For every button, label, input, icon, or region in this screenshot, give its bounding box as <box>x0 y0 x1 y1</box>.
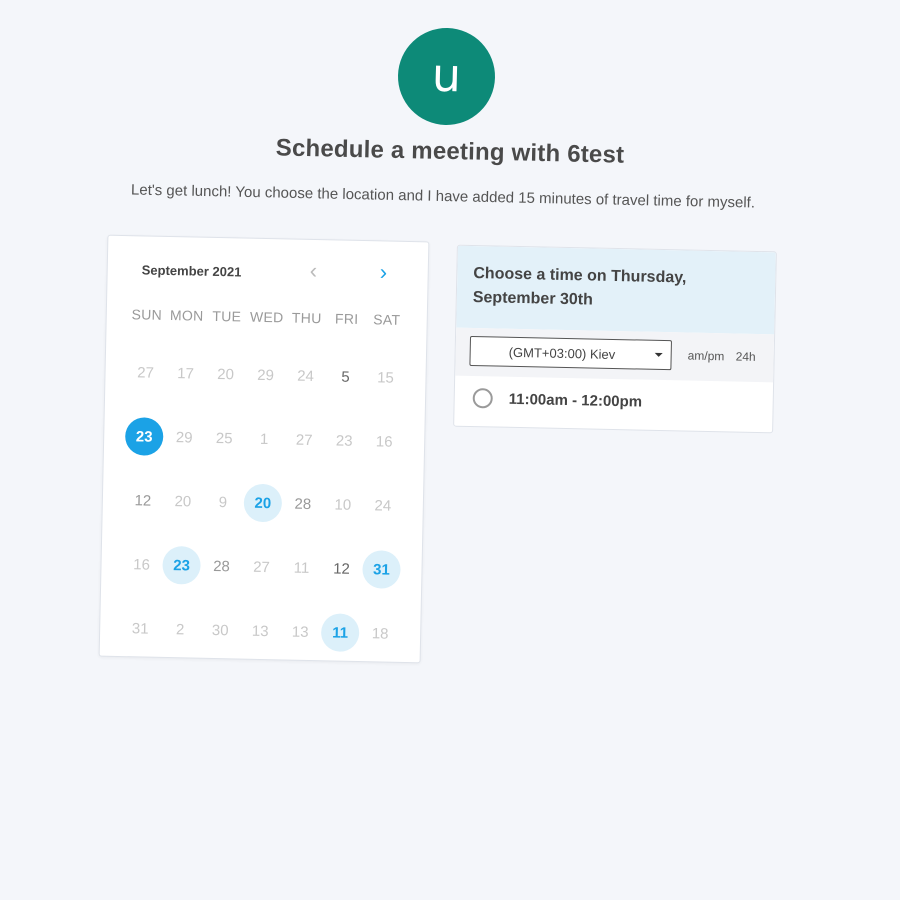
calendar-day: 5 <box>325 344 366 409</box>
calendar-day-number: 24 <box>374 496 392 515</box>
time-picker-heading: Choose a time on Thursday, September 30t… <box>456 245 776 335</box>
meeting-description: Let's get lunch! You choose the location… <box>130 181 756 212</box>
calendar-day-number: 15 <box>377 368 395 387</box>
calendar-day-available[interactable]: 23 <box>161 533 202 598</box>
calendar-day-number: 9 <box>218 493 228 511</box>
calendar-day-number: 18 <box>371 624 389 643</box>
calendar-day-number: 12 <box>134 491 152 510</box>
calendar-day-number: 24 <box>297 367 315 385</box>
calendar-day: 23 <box>324 408 365 473</box>
calendar-day-number: 16 <box>133 555 151 574</box>
calendar-day-number: 20 <box>217 365 235 383</box>
time-slot[interactable]: 11:00am - 12:00pm <box>454 376 773 431</box>
calendar-day: 16 <box>364 409 405 474</box>
calendar-day-number: 31 <box>131 619 149 638</box>
calendar-day: 28 <box>282 471 323 536</box>
calendar-day-number: 11 <box>320 613 360 653</box>
calendar-day: 16 <box>121 532 162 597</box>
format-ampm-toggle[interactable]: am/pm <box>688 349 725 364</box>
weekday-label: WED <box>249 308 284 326</box>
calendar-day-number: 27 <box>253 558 271 576</box>
host-avatar: u <box>396 26 497 127</box>
calendar-day-number: 23 <box>162 545 201 585</box>
calendar-day: 17 <box>165 341 206 406</box>
calendar-day-number: 17 <box>177 364 195 383</box>
calendar-day: 2 <box>160 597 201 662</box>
timezone-value: (GMT+03:00) Kiev <box>508 344 616 362</box>
calendar-day-number: 1 <box>259 430 269 448</box>
timezone-select[interactable]: (GMT+03:00) Kiev <box>469 335 672 371</box>
calendar-day-number: 27 <box>137 363 155 382</box>
calendar-day-number: 30 <box>211 621 229 639</box>
calendar-month-label: September 2021 <box>141 262 242 280</box>
page-title: Schedule a meeting with 6test <box>275 134 625 169</box>
calendar-day: 18 <box>359 601 400 666</box>
weekday-label: FRI <box>334 310 359 327</box>
calendar-day-number: 11 <box>293 559 310 577</box>
calendar-day-number: 23 <box>124 417 164 456</box>
calendar-day-number: 27 <box>295 431 313 449</box>
calendar-day: 29 <box>164 405 205 470</box>
calendar-day: 24 <box>362 473 403 538</box>
calendar-day: 13 <box>280 599 321 664</box>
calendar-day-number: 20 <box>174 492 192 510</box>
calendar-day: 13 <box>240 599 281 664</box>
calendar-day-number: 16 <box>375 432 393 451</box>
calendar-day-number: 20 <box>243 483 283 523</box>
timezone-bar: (GMT+03:00) Kiev am/pm 24h <box>455 327 775 383</box>
calendar-day: 27 <box>241 535 282 600</box>
calendar-day-number: 29 <box>175 428 193 446</box>
calendar-day-number: 28 <box>213 557 231 575</box>
calendar-day-number: 25 <box>215 429 233 447</box>
calendar-day: 1 <box>244 407 285 472</box>
calendar-day-grid: 27 17 20 29 24 5 15 23 29 25 1 27 23 16 12 20 9 20 28 10 24 1… <box>120 340 407 666</box>
weekday-label: TUE <box>212 307 242 325</box>
radio-button[interactable] <box>472 388 493 409</box>
calendar-day: 27 <box>125 340 166 405</box>
chevron-right-icon[interactable]: › <box>379 259 387 284</box>
calendar-day: 20 <box>162 469 203 534</box>
calendar-day: 9 <box>202 470 243 535</box>
calendar-day: 20 <box>205 342 246 407</box>
calendar-day-number: 10 <box>334 495 352 514</box>
calendar-day: 28 <box>201 534 242 599</box>
calendar-day: 15 <box>365 345 406 410</box>
calendar-day-number: 2 <box>175 620 185 638</box>
calendar-day-available[interactable]: 20 <box>242 471 283 536</box>
calendar-day: 12 <box>321 536 362 601</box>
weekday-label: THU <box>291 309 322 327</box>
calendar-day-number: 5 <box>341 368 350 386</box>
calendar-day-number: 12 <box>332 559 351 578</box>
avatar-initial: u <box>431 47 462 102</box>
calendar-day-number: 31 <box>362 550 401 589</box>
weekday-label: SUN <box>131 306 163 323</box>
calendar-panel: September 2021 ‹ › SUN MON TUE WED THU FRI SAT… <box>98 234 430 666</box>
calendar-day: 27 <box>284 407 325 472</box>
calendar-day-available[interactable]: 11 <box>320 600 361 665</box>
time-picker-panel: Choose a time on Thursday, September 30t… <box>453 244 777 434</box>
calendar-day: 31 <box>120 596 161 661</box>
calendar-day-number: 28 <box>294 495 312 513</box>
calendar-day: 30 <box>200 598 241 663</box>
calendar-day: 12 <box>122 468 163 533</box>
calendar-day: 11 <box>281 535 322 600</box>
calendar-day: 24 <box>285 343 326 408</box>
calendar-day-available[interactable]: 31 <box>361 537 402 602</box>
weekday-label: SAT <box>373 311 401 328</box>
time-slot-label: 11:00am - 12:00pm <box>508 390 643 411</box>
calendar-day-number: 29 <box>257 366 275 384</box>
weekday-header: SUN MON TUE WED THU FRI SAT <box>127 306 407 328</box>
format-24h-toggle[interactable]: 24h <box>736 350 756 364</box>
weekday-label: MON <box>169 307 204 324</box>
calendar-day-number: 13 <box>291 623 309 641</box>
calendar-day: 29 <box>245 343 286 408</box>
calendar-day: 25 <box>204 406 245 471</box>
calendar-day-selected[interactable]: 23 <box>124 404 165 469</box>
calendar-day-number: 13 <box>251 622 269 640</box>
calendar-day: 10 <box>322 472 363 537</box>
caret-down-icon <box>654 352 663 358</box>
calendar-day-number: 23 <box>335 432 353 450</box>
chevron-left-icon[interactable]: ‹ <box>309 258 317 283</box>
